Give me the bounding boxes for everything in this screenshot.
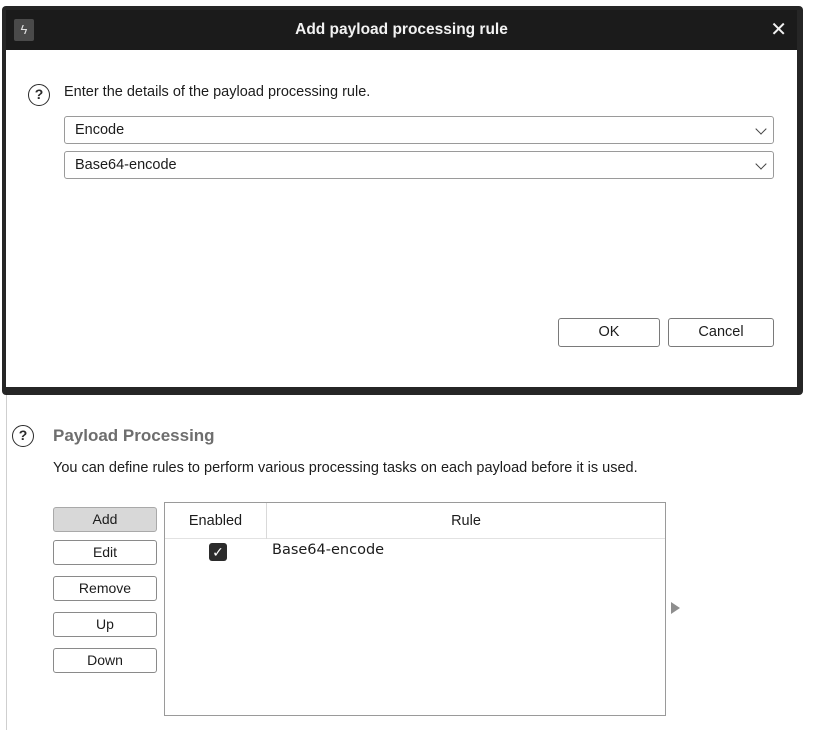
question-circle-icon[interactable]: ?: [12, 425, 34, 447]
rule-cell: Base64-encode: [272, 542, 385, 558]
close-icon[interactable]: ✕: [770, 10, 787, 50]
dialog-title: Add payload processing rule: [295, 21, 508, 38]
section-title: Payload Processing: [53, 426, 215, 445]
rule-option-select[interactable]: Base64-encode: [64, 151, 774, 179]
add-rule-dialog: ϟ Add payload processing rule ✕ ? Enter …: [6, 10, 797, 387]
up-button[interactable]: Up: [53, 612, 157, 637]
edit-button[interactable]: Edit: [53, 540, 157, 565]
remove-button[interactable]: Remove: [53, 576, 157, 601]
dialog-titlebar: ϟ Add payload processing rule ✕: [6, 10, 797, 50]
triangle-right-icon[interactable]: [671, 602, 680, 614]
screen: ? Payload Processing You can define rule…: [0, 0, 815, 730]
section-description: You can define rules to perform various …: [53, 460, 638, 476]
question-circle-icon[interactable]: ?: [28, 84, 50, 106]
column-header-rule[interactable]: Rule: [267, 503, 665, 539]
rule-type-value: Encode: [75, 122, 125, 138]
chevron-down-icon: [755, 123, 767, 135]
rule-option-value: Base64-encode: [75, 157, 177, 173]
add-button[interactable]: Add: [53, 507, 157, 532]
enabled-checkbox[interactable]: ✓: [209, 543, 227, 561]
rules-table: Enabled Rule ✓ Base64-encode: [164, 502, 666, 716]
chevron-down-icon: [755, 158, 767, 170]
rule-type-select[interactable]: Encode: [64, 116, 774, 144]
cancel-button[interactable]: Cancel: [668, 318, 774, 347]
column-header-enabled[interactable]: Enabled: [165, 503, 267, 539]
panel-border: [6, 392, 7, 730]
down-button[interactable]: Down: [53, 648, 157, 673]
table-header: Enabled Rule: [165, 503, 665, 539]
dialog-description: Enter the details of the payload process…: [64, 84, 371, 100]
ok-button[interactable]: OK: [558, 318, 660, 347]
